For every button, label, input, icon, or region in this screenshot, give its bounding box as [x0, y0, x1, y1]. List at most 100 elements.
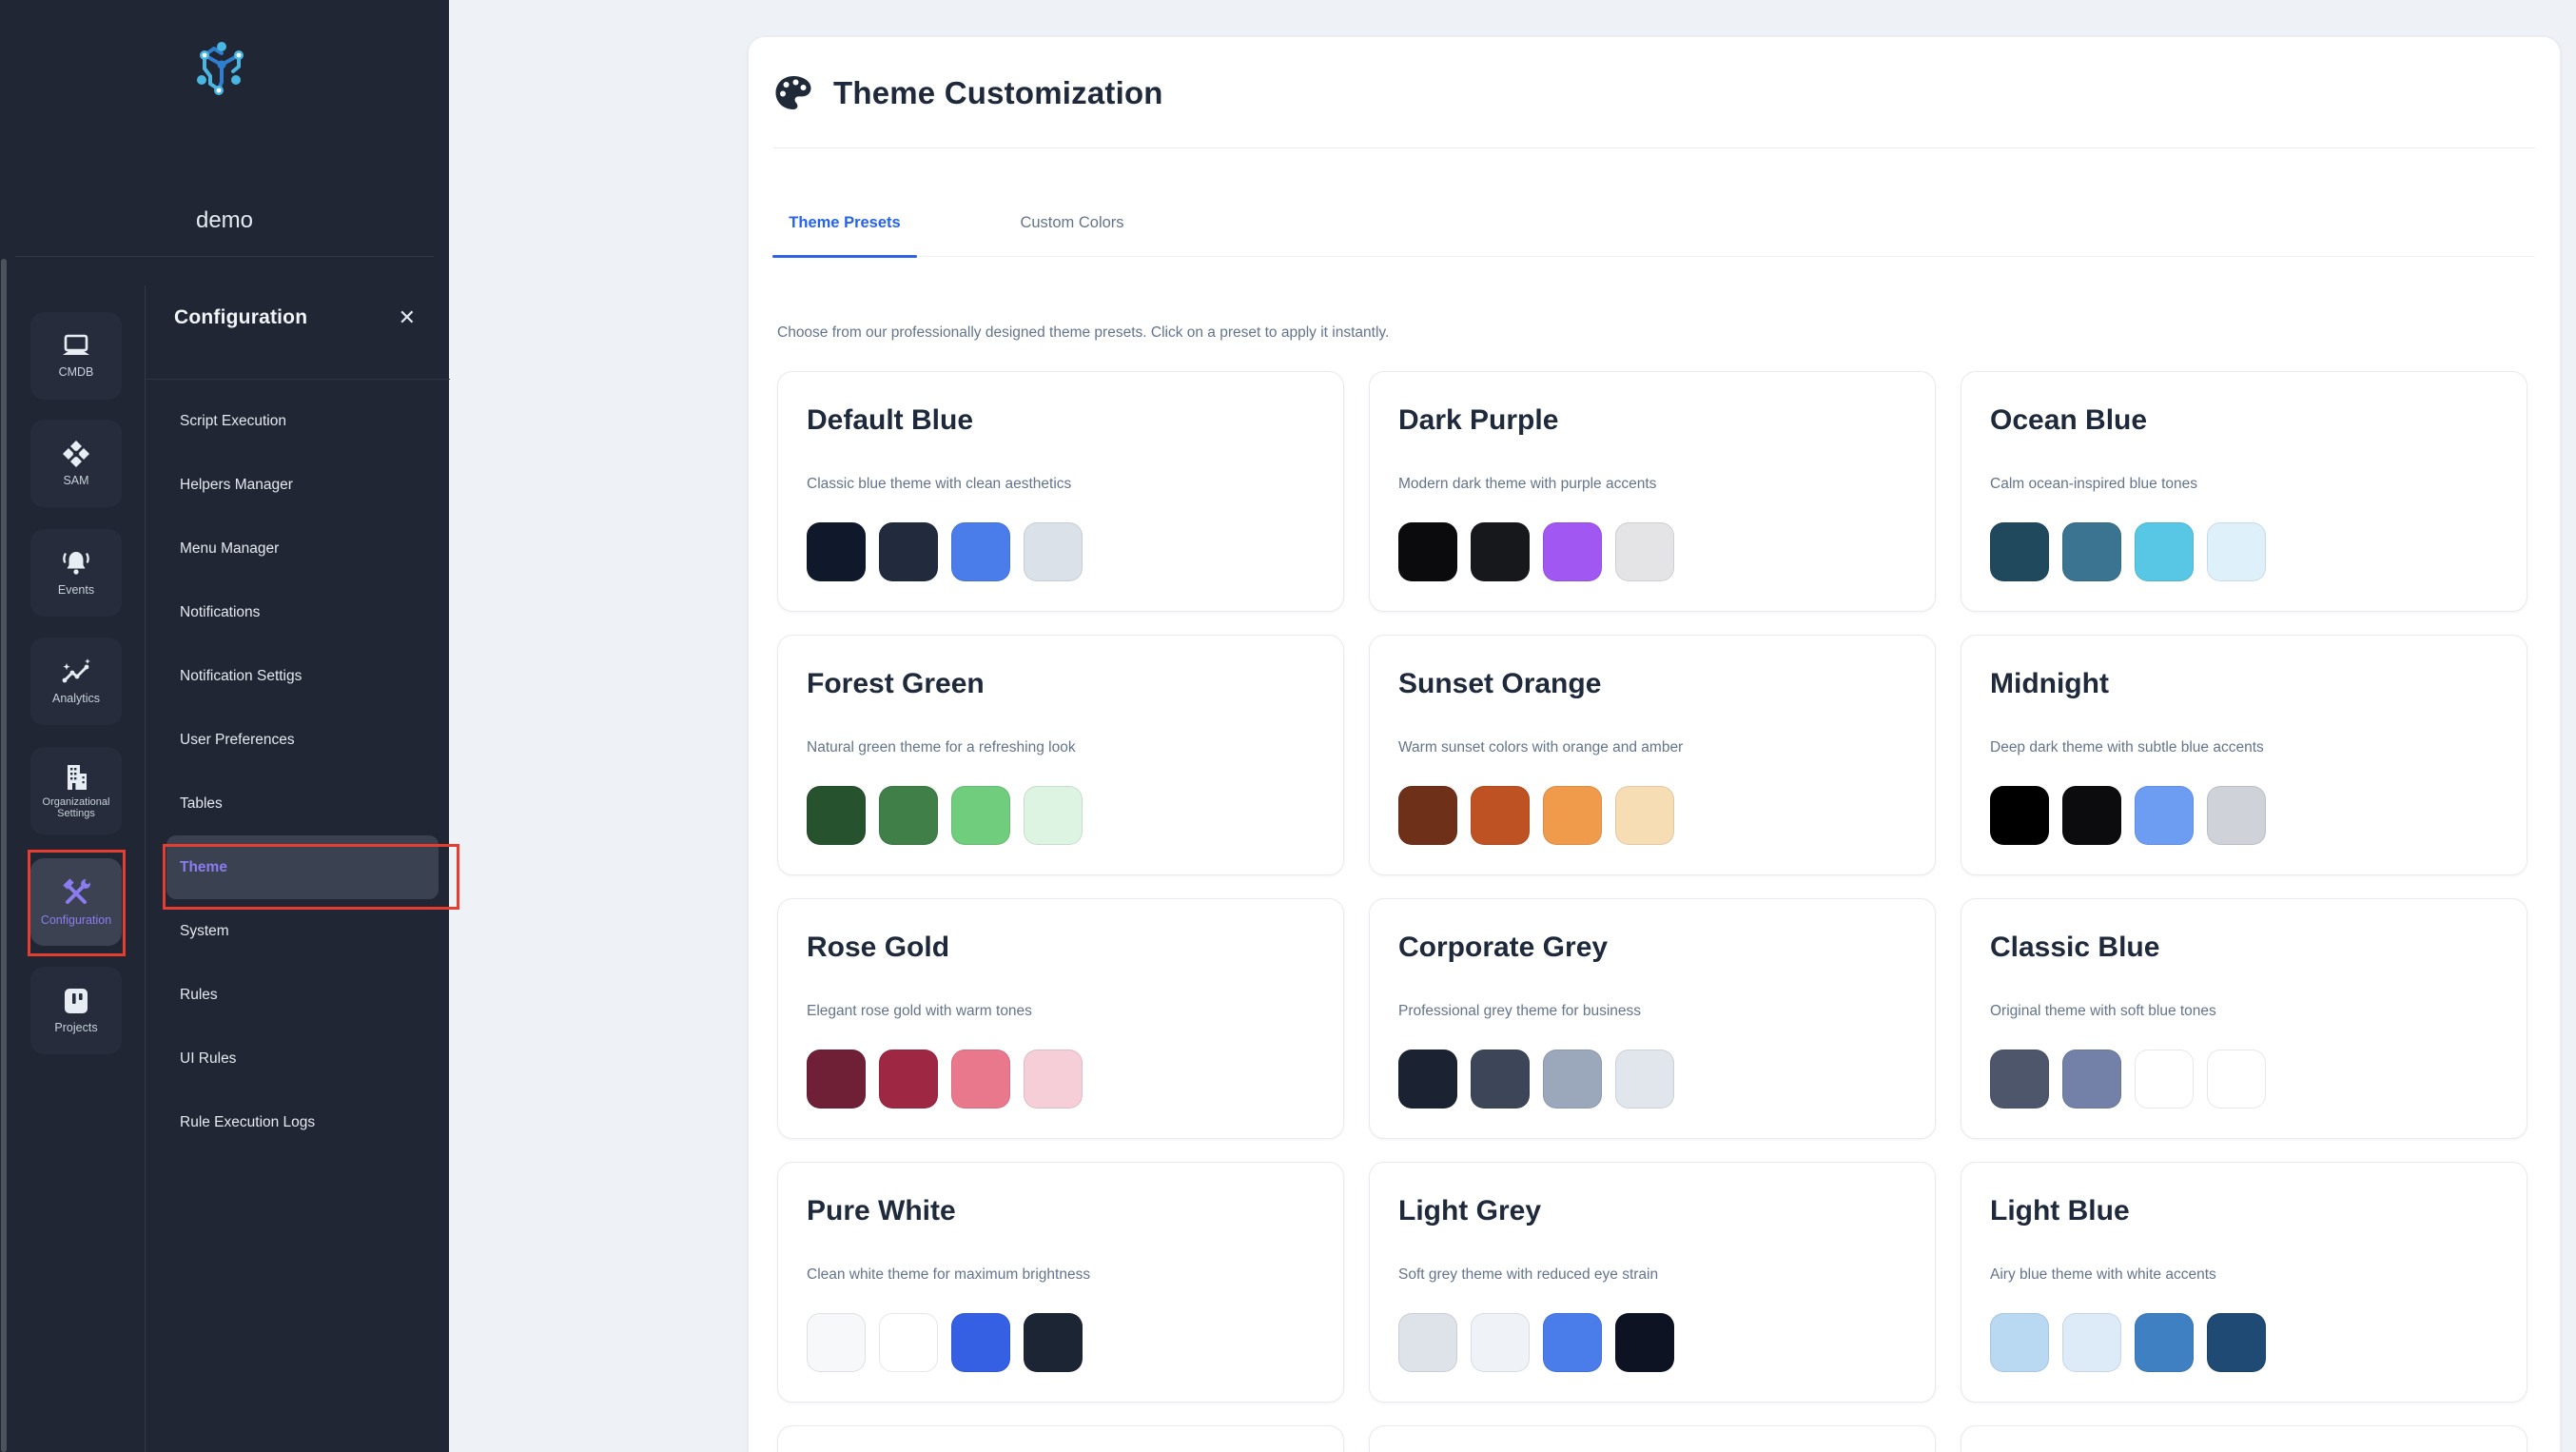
- color-swatch: [1024, 786, 1083, 845]
- panel-item-notification-settigs[interactable]: Notification Settigs: [146, 644, 450, 708]
- kanban-icon: [62, 987, 90, 1015]
- panel-item-script-execution[interactable]: Script Execution: [146, 389, 450, 453]
- preset-swatches: [807, 1313, 1315, 1372]
- preset-card-pure-white[interactable]: Pure White Clean white theme for maximum…: [777, 1162, 1344, 1403]
- color-swatch: [1990, 522, 2049, 581]
- color-swatch: [1471, 1050, 1530, 1109]
- preset-swatches: [1398, 522, 1906, 581]
- preset-card-partial[interactable]: [1369, 1425, 1936, 1452]
- panel-item-helpers-manager[interactable]: Helpers Manager: [146, 453, 450, 517]
- preset-card-forest-green[interactable]: Forest Green Natural green theme for a r…: [777, 635, 1344, 875]
- color-swatch: [1398, 522, 1457, 581]
- main-panel: Theme Customization Theme Presets Custom…: [748, 36, 2561, 1452]
- main-header: Theme Customization: [774, 75, 1163, 111]
- color-swatch: [1990, 786, 2049, 845]
- preset-card-corporate-grey[interactable]: Corporate Grey Professional grey theme f…: [1369, 898, 1936, 1139]
- color-swatch: [879, 522, 938, 581]
- laptop-icon: [61, 333, 91, 360]
- preset-card-sunset-orange[interactable]: Sunset Orange Warm sunset colors with or…: [1369, 635, 1936, 875]
- preset-description: Clean white theme for maximum brightness: [807, 1266, 1315, 1285]
- color-swatch: [1543, 522, 1602, 581]
- sidebar-item-analytics[interactable]: Analytics: [30, 638, 122, 725]
- preset-swatches: [807, 786, 1315, 845]
- preset-name: Dark Purple: [1398, 402, 1906, 439]
- sidebar-item-label: Configuration: [41, 914, 111, 927]
- diamond-icon: [62, 440, 90, 468]
- trend-sparkle-icon: [60, 657, 92, 686]
- preset-description: Classic blue theme with clean aesthetics: [807, 475, 1315, 494]
- panel-divider: [146, 379, 450, 380]
- preset-card-default-blue[interactable]: Default Blue Classic blue theme with cle…: [777, 371, 1344, 612]
- preset-name: Default Blue: [807, 402, 1315, 439]
- color-swatch: [2062, 1050, 2121, 1109]
- tab-theme-presets[interactable]: Theme Presets: [772, 189, 917, 256]
- preset-card-midnight[interactable]: Midnight Deep dark theme with subtle blu…: [1961, 635, 2527, 875]
- sidebar-item-cmdb[interactable]: CMDB: [30, 312, 122, 400]
- panel-item-system[interactable]: System: [146, 899, 450, 963]
- panel-item-ui-rules[interactable]: UI Rules: [146, 1027, 450, 1090]
- panel-item-menu-manager[interactable]: Menu Manager: [146, 517, 450, 580]
- header-divider: [773, 147, 2535, 148]
- color-swatch: [1615, 522, 1674, 581]
- workspace-name: demo: [0, 207, 449, 234]
- sidebar-scrollbar[interactable]: [1, 259, 7, 1452]
- sidebar-item-sam[interactable]: SAM: [30, 420, 122, 507]
- color-swatch: [879, 786, 938, 845]
- color-swatch: [2062, 786, 2121, 845]
- hammer-wrench-icon: [60, 877, 92, 908]
- preset-swatches: [1398, 1313, 1906, 1372]
- preset-card-partial[interactable]: [777, 1425, 1344, 1452]
- palette-icon: [774, 75, 812, 111]
- preset-swatches: [1990, 1313, 2498, 1372]
- sidebar-divider: [15, 256, 434, 257]
- preset-card-partial[interactable]: [1961, 1425, 2527, 1452]
- color-swatch: [951, 522, 1010, 581]
- app-logo[interactable]: [0, 38, 449, 101]
- page-title: Theme Customization: [833, 75, 1163, 111]
- color-swatch: [951, 786, 1010, 845]
- sidebar-item-label: Organizational Settings: [35, 796, 117, 819]
- sidebar-item-organizational-settings[interactable]: Organizational Settings: [30, 747, 122, 834]
- color-swatch: [2135, 522, 2194, 581]
- preset-swatches: [1990, 786, 2498, 845]
- tab-bar: Theme Presets Custom Colors: [772, 189, 2535, 257]
- panel-title: Configuration: [174, 306, 307, 329]
- color-swatch: [1990, 1050, 2049, 1109]
- panel-item-theme[interactable]: Theme: [166, 835, 439, 899]
- panel-item-rule-execution-logs[interactable]: Rule Execution Logs: [146, 1090, 450, 1154]
- panel-item-notifications[interactable]: Notifications: [146, 580, 450, 644]
- preset-description: Original theme with soft blue tones: [1990, 1002, 2498, 1021]
- preset-description: Elegant rose gold with warm tones: [807, 1002, 1315, 1021]
- color-swatch: [2135, 1313, 2194, 1372]
- color-swatch: [807, 786, 866, 845]
- preset-card-classic-blue[interactable]: Classic Blue Original theme with soft bl…: [1961, 898, 2527, 1139]
- preset-card-light-blue[interactable]: Light Blue Airy blue theme with white ac…: [1961, 1162, 2527, 1403]
- panel-menu: Script Execution Helpers Manager Menu Ma…: [146, 389, 450, 1154]
- preset-card-rose-gold[interactable]: Rose Gold Elegant rose gold with warm to…: [777, 898, 1344, 1139]
- close-icon[interactable]: ✕: [399, 304, 416, 331]
- panel-item-user-preferences[interactable]: User Preferences: [146, 708, 450, 772]
- preset-card-ocean-blue[interactable]: Ocean Blue Calm ocean-inspired blue tone…: [1961, 371, 2527, 612]
- cube-network-logo-icon: [191, 38, 258, 101]
- preset-description: Modern dark theme with purple accents: [1398, 475, 1906, 494]
- tab-custom-colors[interactable]: Custom Colors: [955, 189, 1189, 256]
- color-swatch: [807, 1050, 866, 1109]
- preset-name: Light Grey: [1398, 1193, 1906, 1229]
- color-swatch: [2062, 522, 2121, 581]
- sidebar-item-configuration[interactable]: Configuration: [30, 858, 122, 946]
- color-swatch: [2207, 1050, 2266, 1109]
- preset-card-light-grey[interactable]: Light Grey Soft grey theme with reduced …: [1369, 1162, 1936, 1403]
- color-swatch: [879, 1313, 938, 1372]
- presets-description: Choose from our professionally designed …: [777, 324, 1389, 342]
- color-swatch: [951, 1050, 1010, 1109]
- color-swatch: [2207, 1313, 2266, 1372]
- sidebar-item-label: Events: [58, 584, 94, 597]
- building-icon: [62, 763, 90, 790]
- active-tab-underline: [772, 255, 917, 258]
- sidebar-item-events[interactable]: Events: [30, 529, 122, 617]
- panel-item-tables[interactable]: Tables: [146, 772, 450, 835]
- color-swatch: [1615, 1313, 1674, 1372]
- panel-item-rules[interactable]: Rules: [146, 963, 450, 1027]
- sidebar-item-projects[interactable]: Projects: [30, 967, 122, 1054]
- preset-card-dark-purple[interactable]: Dark Purple Modern dark theme with purpl…: [1369, 371, 1936, 612]
